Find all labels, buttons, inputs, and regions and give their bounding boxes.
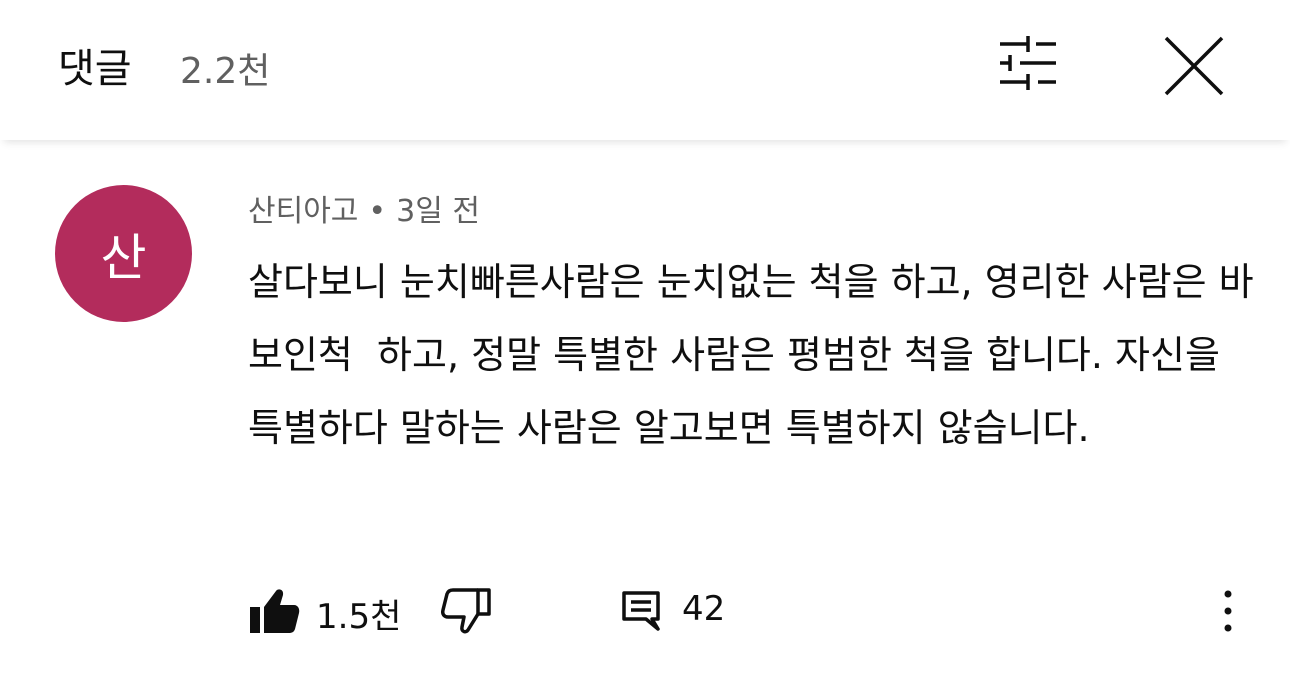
more-options-button[interactable]: [1210, 585, 1246, 637]
sort-filter-icon: [1000, 36, 1056, 90]
comment-author[interactable]: 산티아고: [248, 194, 358, 229]
thumbs-up-icon: [250, 589, 300, 633]
more-vertical-icon: [1224, 590, 1232, 632]
meta-separator: •: [368, 194, 387, 229]
comments-header: 댓글 2.2천: [0, 0, 1290, 140]
dislike-button[interactable]: [440, 587, 492, 635]
close-button[interactable]: [1158, 30, 1230, 102]
reply-comment-icon: [622, 591, 660, 631]
comments-count: 2.2천: [180, 51, 271, 92]
reply-count: 42: [682, 589, 726, 629]
comments-title: 댓글: [58, 46, 132, 92]
comment-actions: 1.5천 42: [248, 585, 1248, 637]
sort-filter-button[interactable]: [990, 30, 1066, 96]
reply-button[interactable]: [620, 589, 662, 633]
avatar[interactable]: 산: [55, 185, 192, 322]
thumbs-down-icon: [441, 588, 491, 634]
comment-text: 살다보니 눈치빠른사람은 눈치없는 척을 하고, 영리한 사람은 바보인척 하고…: [248, 260, 1254, 450]
avatar-letter: 산: [100, 228, 147, 287]
like-count: 1.5천: [316, 597, 402, 637]
like-button[interactable]: [248, 587, 300, 635]
comment-time: 3일 전: [396, 194, 480, 229]
close-icon: [1164, 36, 1224, 96]
comment-meta: 산티아고 • 3일 전: [248, 186, 480, 230]
